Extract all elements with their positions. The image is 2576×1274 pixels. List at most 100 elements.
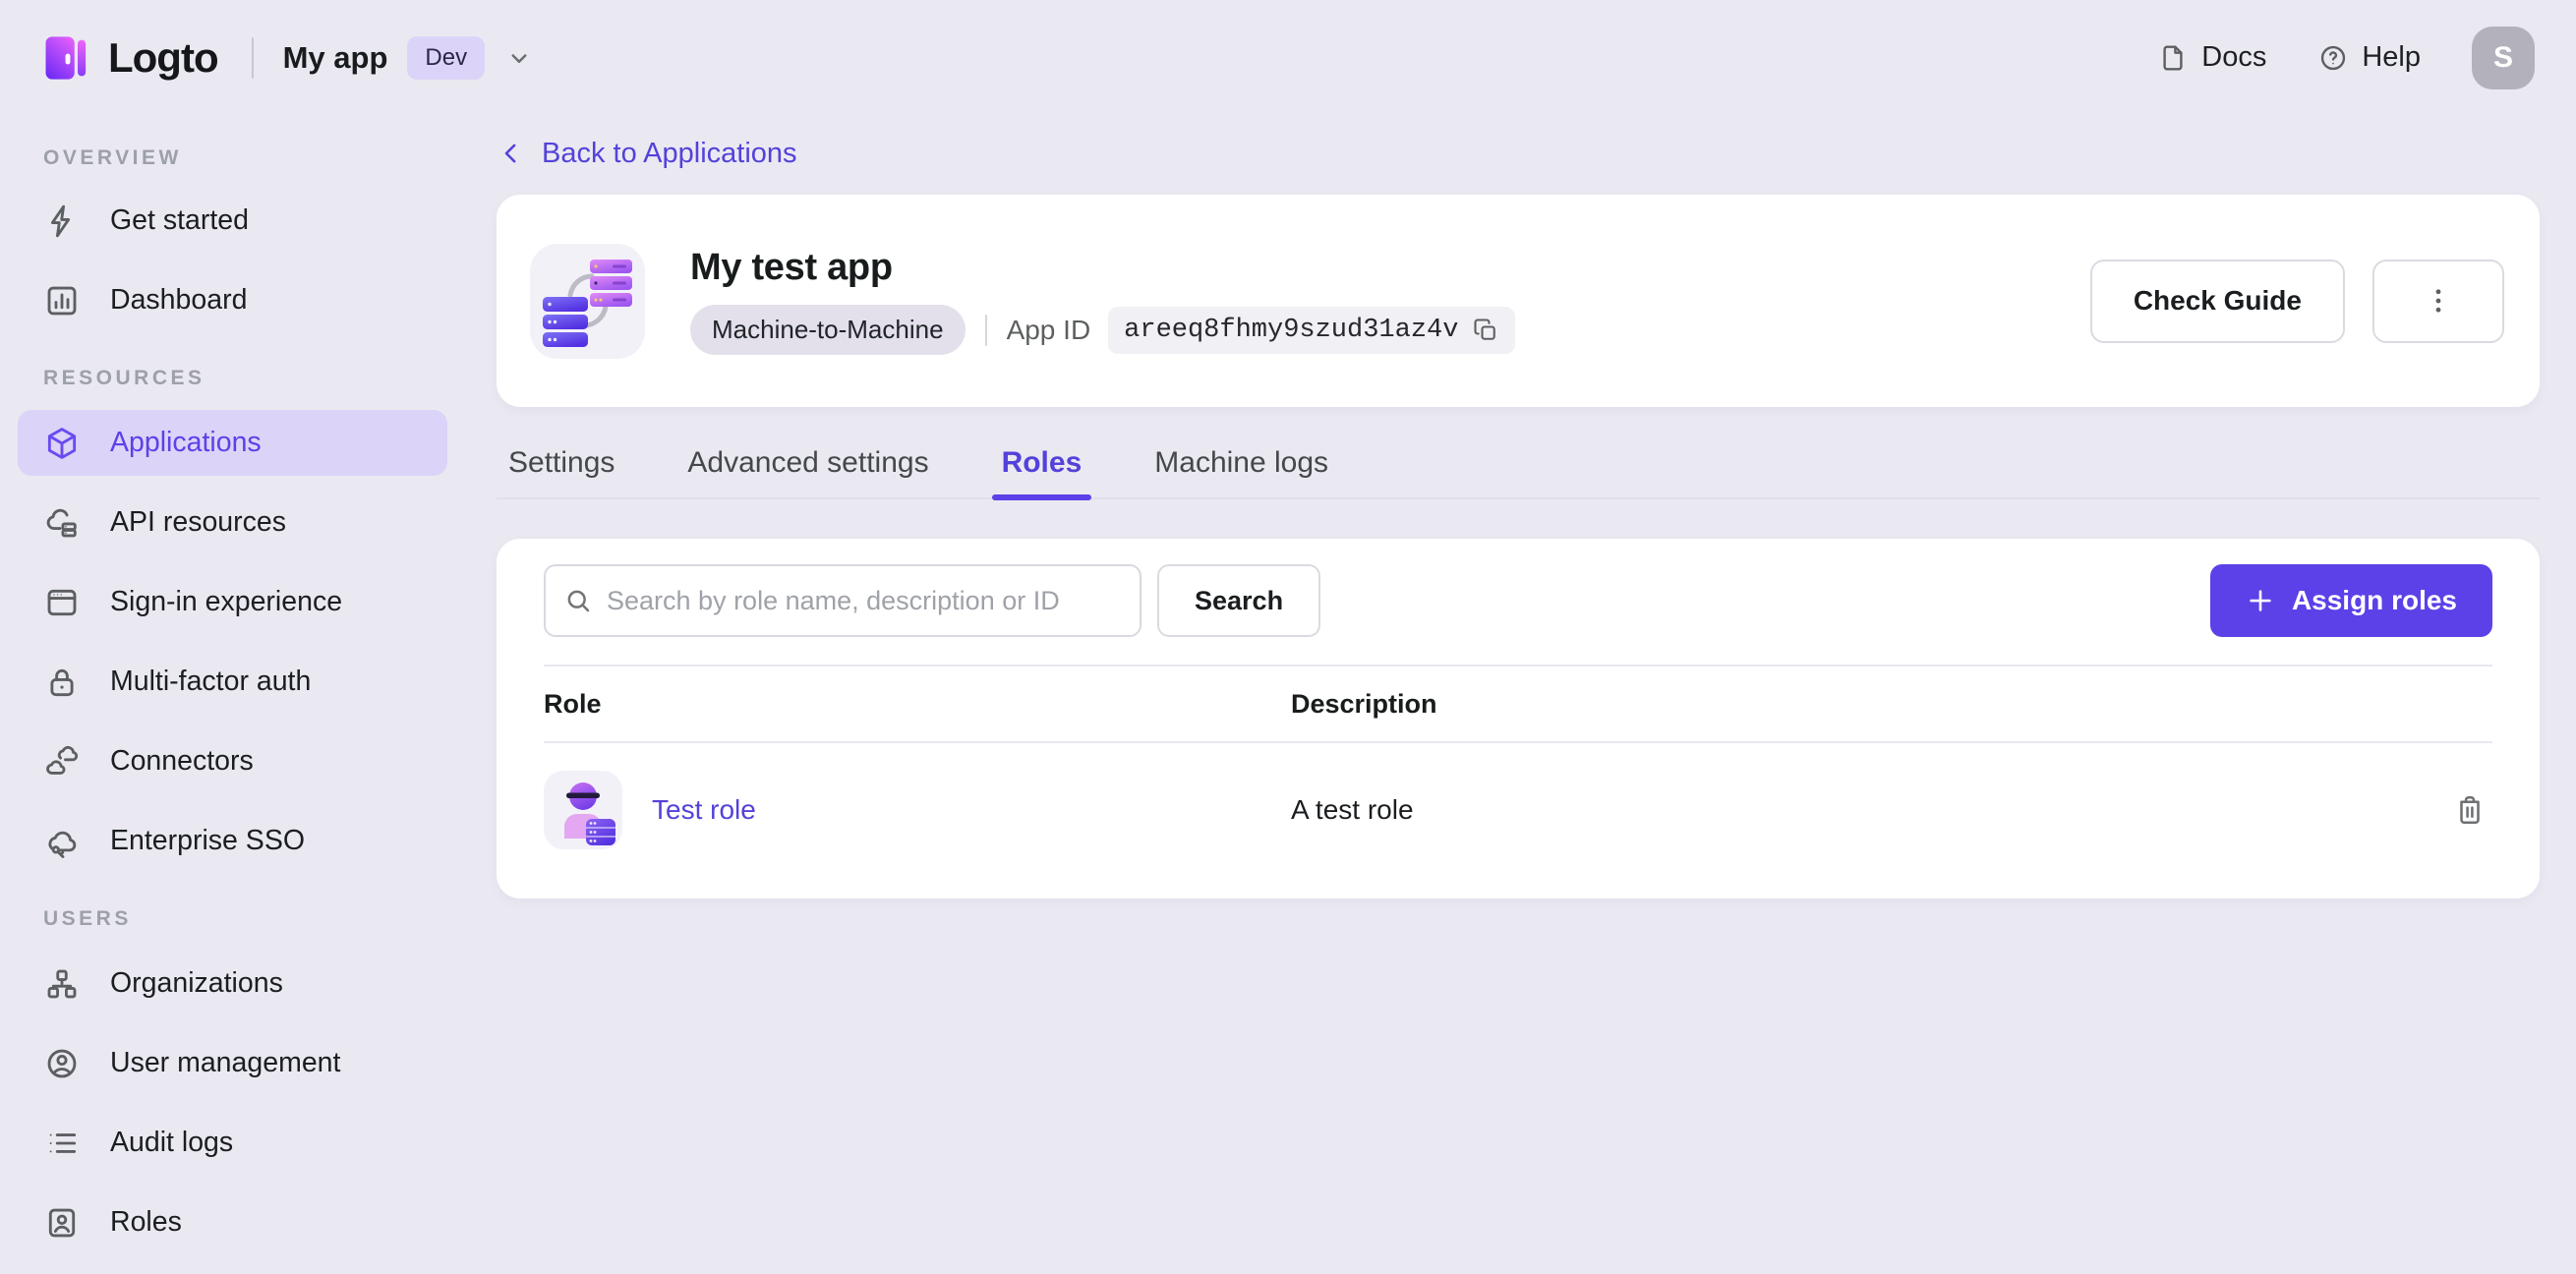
app-id-value: areeq8fhmy9szud31az4v [1124,315,1459,345]
app-header-card: My test app Machine-to-Machine App ID ar… [497,195,2540,407]
sidebar-item-user-management[interactable]: User management [18,1030,447,1096]
user-circle-icon [43,1045,81,1082]
env-badge: Dev [407,35,486,80]
cloud-database-icon [43,504,81,542]
sidebar-item-audit-logs[interactable]: Audit logs [18,1110,447,1176]
help-circle-icon [2317,42,2349,74]
chevron-down-icon [504,43,534,73]
role-avatar-icon [544,771,622,849]
sidebar-item-api-resources[interactable]: API resources [18,490,447,555]
check-guide-button[interactable]: Check Guide [2089,259,2345,343]
roles-panel-card: Search Assign roles Role Description [497,539,2540,898]
sidebar-section-overview: OVERVIEW [43,146,182,169]
sidebar: OVERVIEW Get started Dashboard RESOURCES… [0,115,465,1274]
cube-icon [43,425,81,462]
app-title: My test app [690,247,893,288]
copy-icon[interactable] [1472,317,1499,344]
org-chart-icon [43,965,81,1003]
sidebar-item-label: Audit logs [110,1127,234,1158]
role-description: A test role [1291,794,1414,825]
bar-chart-icon [43,282,81,319]
help-button[interactable]: Help [2317,41,2421,74]
docs-button[interactable]: Docs [2157,41,2266,74]
main-content: Back to Applications My test app Machine… [465,115,2576,1274]
user-avatar[interactable]: S [2472,26,2535,89]
tenant-name: My app [282,39,388,75]
assign-roles-label: Assign roles [2291,585,2457,615]
role-cell: Test role [544,771,1291,849]
sidebar-item-label: Enterprise SSO [110,825,305,856]
sidebar-section-resources: RESOURCES [43,367,205,389]
sidebar-item-label: Organizations [110,967,283,999]
sidebar-item-get-started[interactable]: Get started [18,188,447,254]
sidebar-item-label: Get started [110,204,249,236]
sidebar-item-dashboard[interactable]: Dashboard [18,267,447,333]
sidebar-item-label: Roles [110,1206,182,1238]
app-type-badge: Machine-to-Machine [690,305,966,355]
trash-icon [2460,795,2480,825]
topbar: Logto My app Dev Docs Help S [0,0,2576,115]
tenant-selector[interactable]: My app Dev [282,35,534,80]
meta-divider [984,314,987,346]
app-id-pill: areeq8fhmy9szud31az4v [1108,306,1516,354]
roles-table-header: Role Description [544,665,2492,743]
cloud-key-icon [43,823,81,860]
sidebar-item-sign-in-experience[interactable]: Sign-in experience [18,569,447,635]
avatar-initial: S [2492,40,2513,74]
id-card-icon [43,1204,81,1242]
app-info: My test app Machine-to-Machine App ID ar… [690,247,1516,355]
document-icon [2157,42,2189,74]
roles-toolbar: Search Assign roles [544,564,2492,637]
lock-icon [43,664,81,701]
logto-brand-link[interactable]: Logto [39,32,219,84]
more-actions-button[interactable] [2372,259,2504,343]
tab-settings[interactable]: Settings [508,446,615,497]
assign-roles-button[interactable]: Assign roles [2209,564,2492,637]
logto-logo-icon [39,32,90,84]
browser-window-icon [43,584,81,621]
sidebar-item-label: Sign-in experience [110,586,343,617]
roles-table: Role Description Test role A test role [544,665,2492,849]
list-icon [43,1125,81,1162]
sidebar-item-organizations[interactable]: Organizations [18,951,447,1016]
chevron-left-icon [497,139,526,168]
table-row[interactable]: Test role A test role [544,743,2492,849]
sidebar-item-label: Applications [110,427,262,458]
column-header-description: Description [1291,688,1437,719]
back-to-applications-link[interactable]: Back to Applications [497,132,797,175]
connectors-icon [43,743,81,781]
search-field-wrap [544,564,1142,637]
sidebar-item-connectors[interactable]: Connectors [18,728,447,794]
topbar-right: Docs Help S [2157,26,2535,89]
sidebar-item-label: Multi-factor auth [110,666,312,697]
app-header-actions: Check Guide [2089,259,2504,343]
docs-label: Docs [2201,41,2267,73]
sidebar-item-label: API resources [110,506,286,538]
back-link-label: Back to Applications [542,137,797,169]
sidebar-item-label: Connectors [110,745,254,777]
brand-wordmark: Logto [108,33,219,81]
tab-machine-logs[interactable]: Machine logs [1154,446,1328,497]
column-header-role: Role [544,688,602,719]
app-meta-row: Machine-to-Machine App ID areeq8fhmy9szu… [690,305,1516,355]
sidebar-section-users: USERS [43,907,132,930]
plus-icon [2246,586,2275,615]
tab-roles[interactable]: Roles [991,446,1091,500]
delete-role-button[interactable] [2447,787,2492,833]
app-detail-tabs: Settings Advanced settings Roles Machine… [497,446,2540,500]
help-label: Help [2362,41,2421,73]
topbar-divider [251,36,254,79]
app-id-label: App ID [1006,314,1091,345]
lightning-icon [43,203,81,240]
sidebar-item-label: User management [110,1047,341,1078]
tab-advanced-settings[interactable]: Advanced settings [687,446,928,497]
kebab-menu-icon [2435,289,2441,313]
search-button[interactable]: Search [1157,564,1321,637]
sidebar-item-enterprise-sso[interactable]: Enterprise SSO [18,808,447,874]
role-name-link[interactable]: Test role [652,794,756,826]
machine-to-machine-app-icon [530,243,645,359]
search-input[interactable] [544,564,1142,637]
sidebar-item-applications[interactable]: Applications [18,410,447,476]
sidebar-item-roles[interactable]: Roles [18,1189,447,1255]
sidebar-item-multi-factor-auth[interactable]: Multi-factor auth [18,649,447,715]
